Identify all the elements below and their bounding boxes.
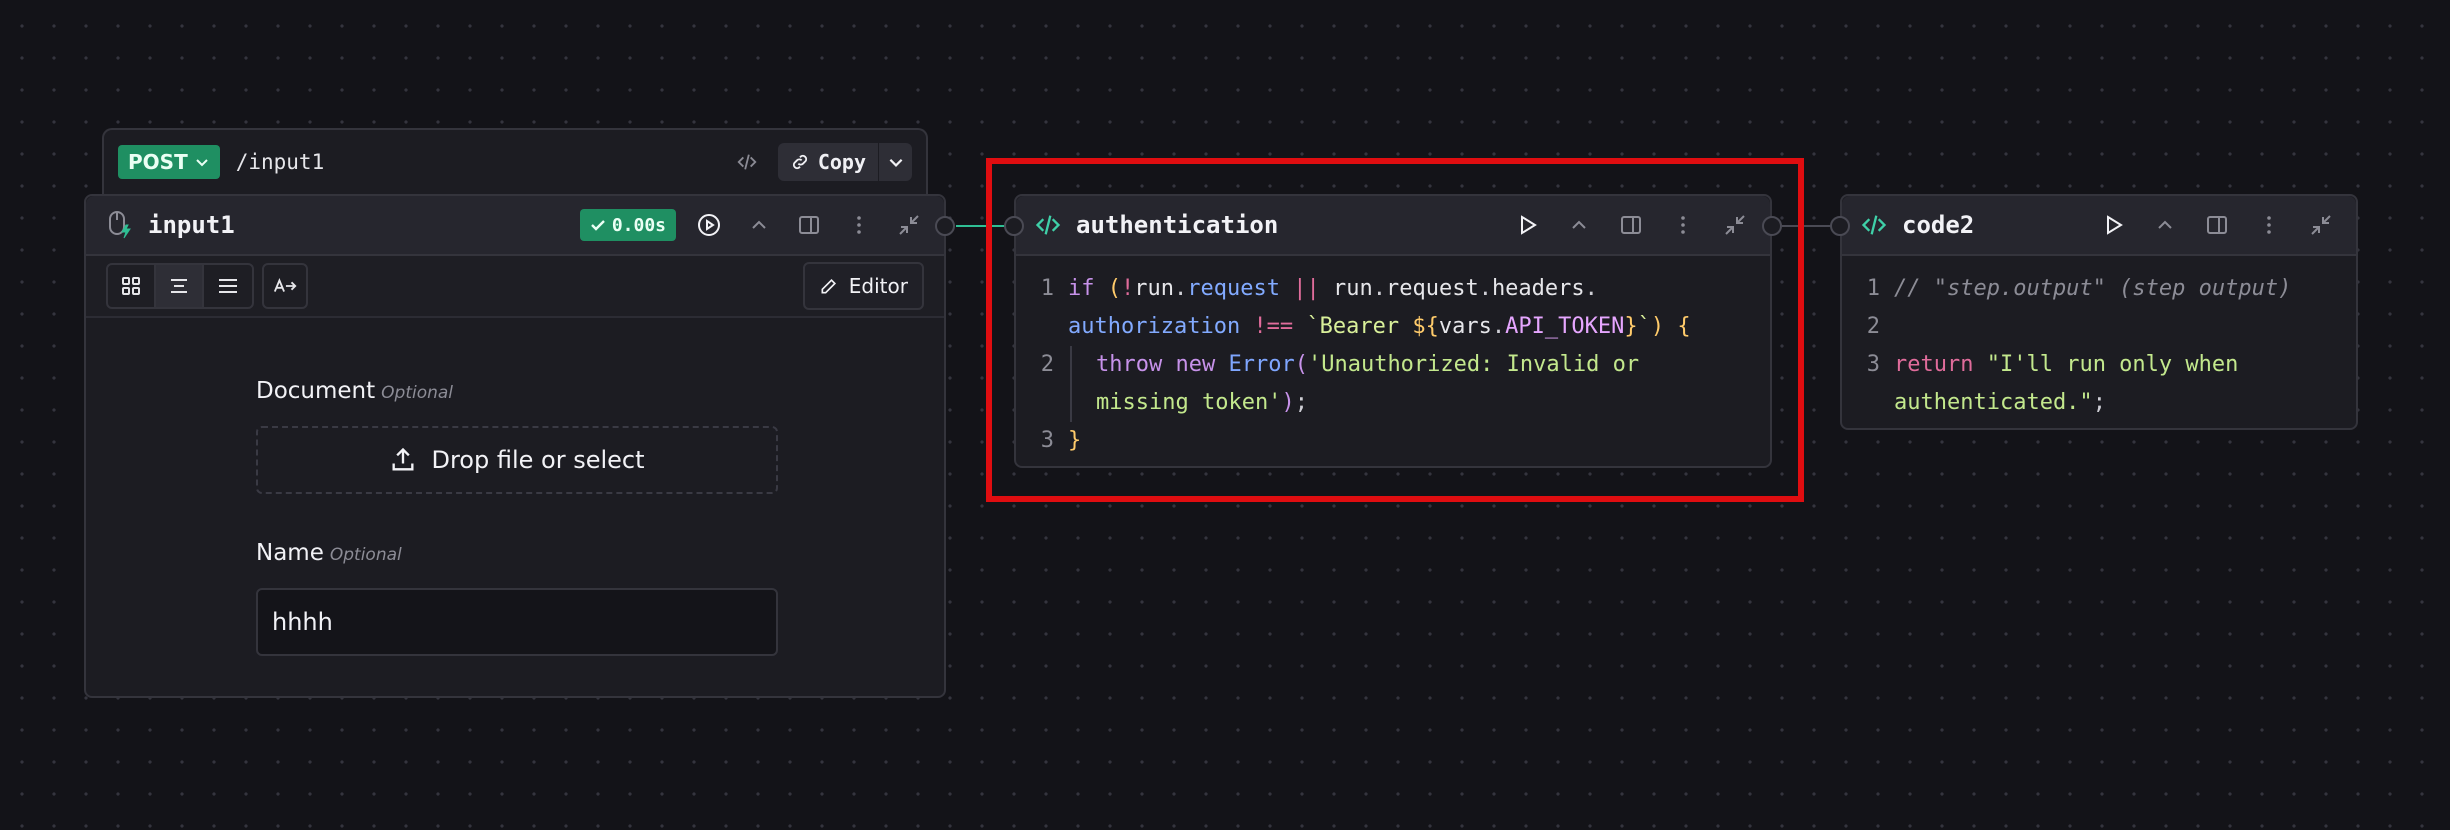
code2-code-editor[interactable]: 1 // "step.output" (step output) 2 3 ret…	[1842, 256, 2356, 422]
code2-node-title: code2	[1902, 211, 1975, 239]
copy-label: Copy	[817, 150, 866, 174]
editor-button[interactable]: Editor	[802, 262, 924, 310]
text-transform-button[interactable]	[262, 263, 308, 309]
line-number: 1	[1866, 276, 1880, 301]
input-form-toolbar: Editor	[86, 256, 944, 318]
document-label-text: Document	[256, 378, 376, 404]
name-input-value: hhhh	[272, 608, 333, 636]
input-node: input1 0.00s Editor Document Optional Dr…	[84, 194, 946, 698]
grid-icon	[122, 277, 140, 295]
dropzone-text: Drop file or select	[431, 446, 645, 474]
view-grid-button[interactable]	[108, 265, 156, 307]
chevron-down-icon	[889, 158, 902, 167]
side-panel-button[interactable]	[792, 208, 826, 242]
name-label-text: Name	[256, 540, 324, 566]
more-options-button[interactable]	[842, 208, 876, 242]
api-endpoint-bar: POST /input1 Copy	[102, 128, 928, 194]
run-step-button[interactable]	[2096, 208, 2130, 242]
code-line: 2	[1842, 308, 2338, 346]
code-icon	[1860, 210, 1890, 240]
minimize-button[interactable]	[2304, 208, 2338, 242]
code-line-text: return "I'll run only when authenticated…	[1894, 352, 2239, 415]
menu-lines-icon	[219, 279, 237, 293]
name-field-label: Name Optional	[256, 540, 402, 566]
input-node-title: input1	[148, 211, 235, 239]
upload-icon	[392, 447, 414, 471]
code-line: 3 return "I'll run only when authenticat…	[1842, 346, 2338, 422]
run-step-button[interactable]	[692, 208, 726, 242]
copy-options-dropdown[interactable]	[878, 143, 912, 181]
view-center-button[interactable]	[156, 265, 204, 307]
document-optional-tag: Optional	[381, 383, 454, 403]
align-center-icon	[171, 279, 187, 293]
side-panel-button[interactable]	[2200, 208, 2234, 242]
text-arrow-icon	[273, 278, 297, 292]
code2-input-handle[interactable]	[1830, 216, 1850, 236]
pencil-icon	[821, 278, 836, 294]
input-node-header: input1 0.00s	[86, 196, 944, 256]
code-icon	[737, 154, 757, 170]
document-dropzone[interactable]: Drop file or select	[256, 426, 778, 494]
chevron-down-icon	[196, 159, 208, 167]
more-options-button[interactable]	[2252, 208, 2286, 242]
code-line: 1 // "step.output" (step output)	[1842, 270, 2338, 308]
run-duration-badge: 0.00s	[579, 209, 676, 241]
view-mode-toggle	[106, 263, 254, 309]
input1-output-handle[interactable]	[935, 216, 955, 236]
code2-node-header: code2	[1842, 196, 2356, 256]
copy-button-group: Copy	[777, 143, 912, 181]
endpoint-path: /input1	[235, 150, 325, 174]
name-optional-tag: Optional	[329, 545, 402, 565]
panel-right-icon	[2207, 216, 2227, 234]
document-field-label: Document Optional	[256, 378, 453, 404]
line-number: 3	[1866, 352, 1880, 377]
highlight-box	[986, 158, 1804, 502]
editor-button-label: Editor	[848, 274, 908, 298]
more-vertical-icon	[857, 216, 861, 234]
code-line-text: // "step.output" (step output)	[1894, 276, 2292, 301]
http-method-label: POST	[128, 150, 188, 174]
check-icon	[590, 220, 605, 231]
collapse-button[interactable]	[2148, 208, 2182, 242]
code-line-text	[1894, 308, 1907, 346]
http-method-dropdown[interactable]: POST	[118, 145, 220, 179]
code2-node: code2 1 // "step.output" (step output) 2…	[1840, 194, 2358, 430]
name-input[interactable]: hhhh	[256, 588, 778, 656]
chevron-up-icon	[2158, 220, 2172, 229]
copy-button[interactable]: Copy	[778, 143, 878, 181]
code-snippet-button[interactable]	[730, 145, 764, 179]
link-icon	[792, 154, 807, 170]
run-duration-value: 0.00s	[611, 214, 666, 236]
minimize-icon	[899, 215, 919, 235]
play-icon	[2107, 215, 2123, 235]
collapse-button[interactable]	[742, 208, 776, 242]
view-full-button[interactable]	[204, 265, 252, 307]
line-number: 2	[1866, 314, 1880, 339]
more-vertical-icon	[2267, 216, 2271, 234]
chevron-up-icon	[752, 220, 766, 229]
minimize-button[interactable]	[892, 208, 926, 242]
mouse-trigger-icon	[104, 209, 136, 241]
minimize-icon	[2311, 215, 2331, 235]
panel-right-icon	[799, 216, 819, 234]
play-circle-icon	[698, 214, 720, 236]
